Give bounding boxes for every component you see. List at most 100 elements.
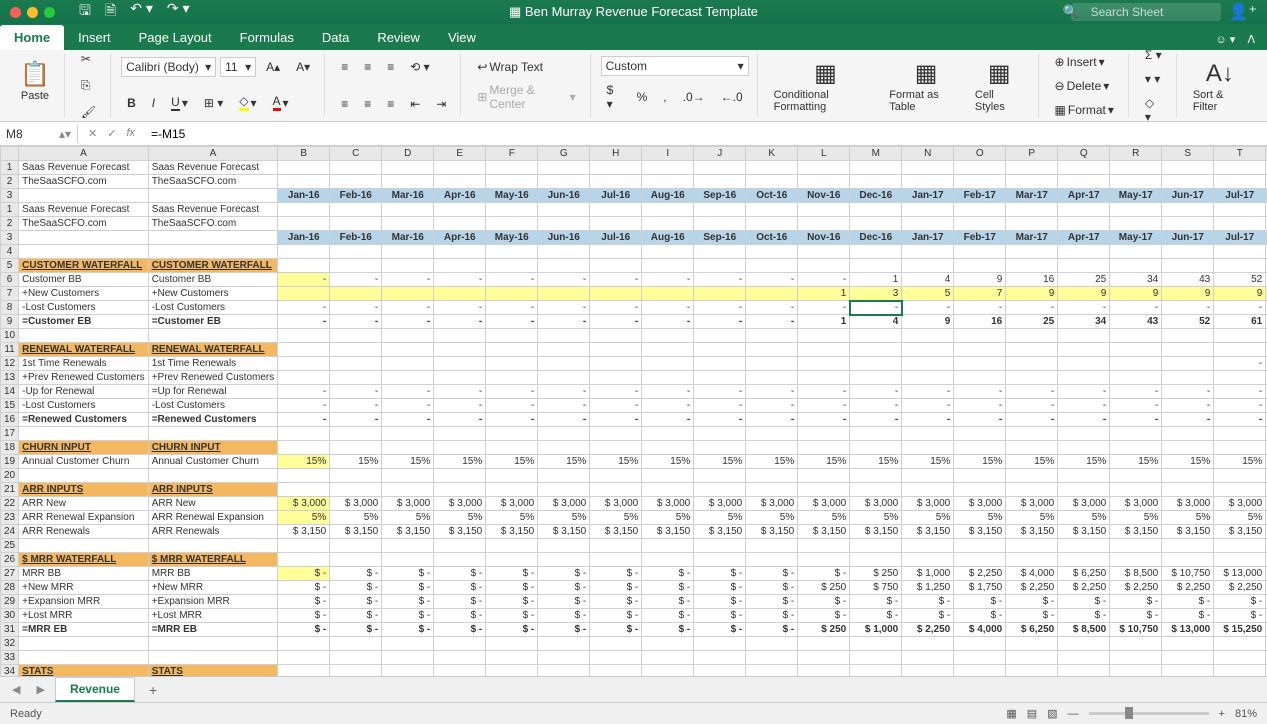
cell[interactable]: 52 [1162, 315, 1214, 329]
cell[interactable] [1110, 245, 1162, 259]
font-size-select[interactable]: 11▾ [220, 57, 256, 77]
cell[interactable] [1214, 427, 1266, 441]
cell[interactable] [486, 217, 538, 231]
row-header[interactable]: 21 [1, 483, 19, 497]
cell[interactable] [330, 427, 382, 441]
cell[interactable] [746, 371, 798, 385]
cell[interactable]: $ 3,150 [486, 525, 538, 539]
add-sheet-button[interactable]: + [139, 678, 167, 702]
cell[interactable]: $ - [902, 595, 954, 609]
cell[interactable]: - [330, 301, 382, 315]
cell[interactable] [1006, 357, 1058, 371]
cell[interactable] [1058, 245, 1110, 259]
cancel-formula-icon[interactable]: ✕ [88, 127, 97, 140]
cell[interactable]: $ - [330, 595, 382, 609]
row-header[interactable]: 31 [1, 623, 19, 637]
cell[interactable] [382, 203, 434, 217]
cell[interactable]: $ 6,250 [1006, 623, 1058, 637]
cell[interactable]: - [1058, 399, 1110, 413]
cell[interactable] [434, 245, 486, 259]
cell[interactable]: $ 2,250 [1110, 581, 1162, 595]
cell[interactable]: $ 3,000 [798, 497, 850, 511]
col-header[interactable]: I [642, 147, 694, 161]
cell[interactable] [590, 203, 642, 217]
cell[interactable]: $ - [642, 609, 694, 623]
cell[interactable]: $ - [954, 609, 1006, 623]
cell[interactable] [382, 357, 434, 371]
cell[interactable] [1162, 637, 1214, 651]
cell[interactable]: - [330, 385, 382, 399]
cell[interactable] [382, 175, 434, 189]
cell[interactable]: - [954, 413, 1006, 427]
cell[interactable]: $ - [330, 581, 382, 595]
cell[interactable]: - [486, 273, 538, 287]
cell[interactable] [798, 329, 850, 343]
cell[interactable]: - [590, 301, 642, 315]
cell[interactable]: - [330, 399, 382, 413]
cell[interactable]: $ 1,750 [954, 581, 1006, 595]
cell[interactable]: $ - [382, 581, 434, 595]
cell[interactable]: 15% [902, 455, 954, 469]
cell[interactable]: 5% [434, 511, 486, 525]
cell[interactable] [434, 161, 486, 175]
cell[interactable] [590, 651, 642, 665]
cell[interactable] [486, 651, 538, 665]
cell[interactable] [902, 469, 954, 483]
cell[interactable] [902, 217, 954, 231]
cell[interactable] [694, 217, 746, 231]
cell[interactable]: $ 3,150 [538, 525, 590, 539]
cell[interactable]: 15% [746, 455, 798, 469]
cell[interactable]: 5% [1058, 511, 1110, 525]
cell[interactable] [590, 371, 642, 385]
bold-button[interactable]: B [121, 92, 142, 114]
delete-cells-button[interactable]: ⊖ Delete ▾ [1049, 75, 1120, 97]
cell[interactable] [954, 161, 1006, 175]
cell[interactable] [954, 427, 1006, 441]
align-left-icon[interactable]: ≡ [335, 93, 354, 115]
zoom-slider[interactable] [1089, 712, 1209, 715]
cell[interactable]: $ 3,000 [746, 497, 798, 511]
cell[interactable]: $ - [746, 595, 798, 609]
cell[interactable] [434, 217, 486, 231]
cell[interactable]: $ - [1006, 595, 1058, 609]
cell[interactable]: $ 3,150 [694, 525, 746, 539]
cell[interactable]: $ - [330, 609, 382, 623]
cell[interactable] [590, 539, 642, 553]
cell[interactable]: $ - [1006, 609, 1058, 623]
cell[interactable]: 7 [954, 287, 1006, 301]
cell[interactable]: - [434, 385, 486, 399]
cell[interactable]: - [746, 273, 798, 287]
cell[interactable] [278, 651, 330, 665]
cell[interactable] [278, 371, 330, 385]
cell[interactable]: - [1006, 301, 1058, 315]
cell[interactable]: - [694, 413, 746, 427]
col-header[interactable]: P [1006, 147, 1058, 161]
cell[interactable] [486, 637, 538, 651]
cell[interactable]: 5% [694, 511, 746, 525]
cell[interactable] [278, 161, 330, 175]
cell[interactable] [746, 651, 798, 665]
cell[interactable] [434, 539, 486, 553]
copy-icon[interactable]: ⎘ [75, 74, 102, 97]
cell[interactable] [746, 329, 798, 343]
cell[interactable]: 15% [486, 455, 538, 469]
cell[interactable] [590, 329, 642, 343]
cell[interactable] [382, 651, 434, 665]
cell[interactable] [278, 539, 330, 553]
cell[interactable] [1110, 217, 1162, 231]
cell[interactable]: - [382, 315, 434, 329]
cell[interactable] [1162, 217, 1214, 231]
cell[interactable] [746, 287, 798, 301]
cell[interactable] [746, 469, 798, 483]
cell[interactable]: $ - [486, 567, 538, 581]
cell[interactable]: $ - [538, 581, 590, 595]
cell[interactable] [330, 329, 382, 343]
cell[interactable] [590, 469, 642, 483]
cell[interactable]: 34 [1110, 273, 1162, 287]
cell[interactable]: $ - [590, 595, 642, 609]
cell[interactable] [538, 651, 590, 665]
cell[interactable] [642, 287, 694, 301]
border-button[interactable]: ⊞ ▾ [198, 92, 229, 114]
cell[interactable]: 1 [798, 287, 850, 301]
cell[interactable]: $ 3,000 [850, 497, 902, 511]
